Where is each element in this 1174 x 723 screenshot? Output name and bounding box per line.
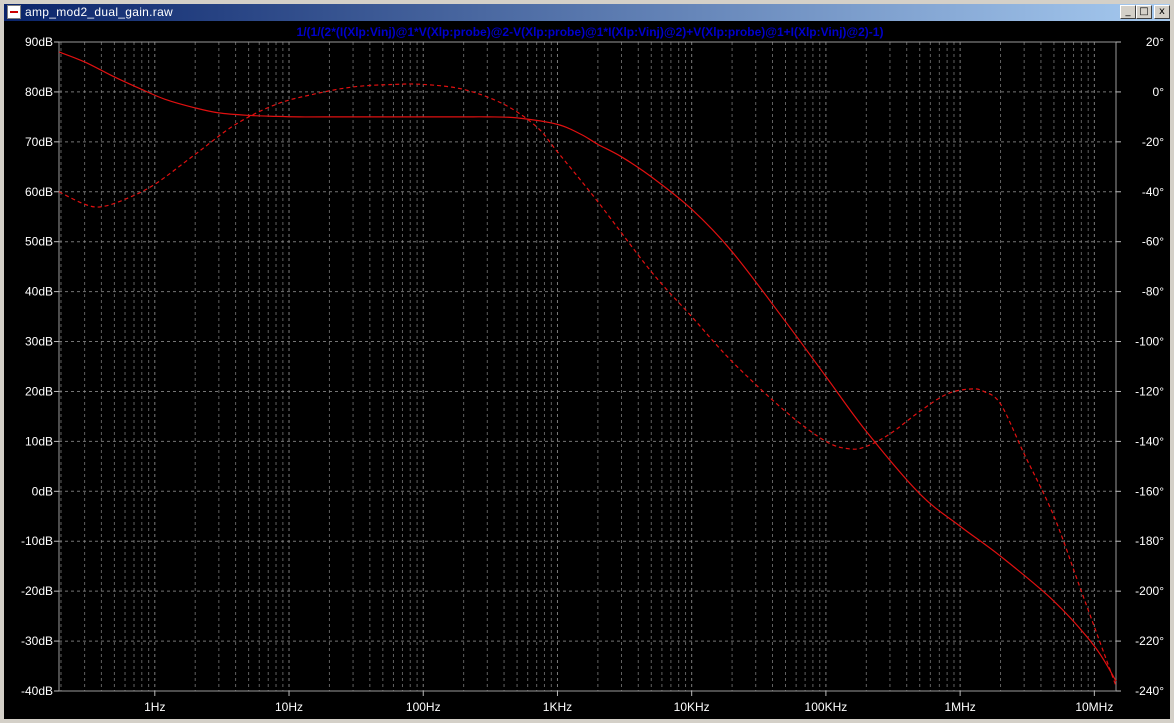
close-button[interactable]: x <box>1154 5 1170 19</box>
left-tick-label: 10dB <box>25 434 53 448</box>
x-tick-label: 1MHz <box>944 700 975 714</box>
left-tick-label: 30dB <box>25 335 53 349</box>
left-tick-label: -10dB <box>21 534 53 548</box>
left-tick-label: 40dB <box>25 285 53 299</box>
left-tick-label: 80dB <box>25 85 53 99</box>
minimize-button[interactable]: _ <box>1120 5 1136 19</box>
left-tick-label: 50dB <box>25 235 53 249</box>
bode-plot[interactable]: 90dB 80dB 70dB 60dB 50dB 40dB 30dB 20dB 10dB 0dB -… <box>4 21 1170 719</box>
waveform-window: amp_mod2_dual_gain.raw _ □ x 90dB 80dB 70d… <box>0 0 1174 723</box>
right-tick-label: -120° <box>1135 384 1164 398</box>
left-tick-label: -30dB <box>21 634 53 648</box>
right-tick-label: -220° <box>1135 634 1164 648</box>
left-tick-label: 0dB <box>32 484 53 498</box>
x-tick-label: 10Hz <box>275 700 303 714</box>
right-tick-label: -20° <box>1142 135 1164 149</box>
grid <box>59 42 1116 691</box>
axis-labels: 90dB 80dB 70dB 60dB 50dB 40dB 30dB 20dB 10dB 0dB -… <box>21 35 1164 714</box>
window-title: amp_mod2_dual_gain.raw <box>25 5 174 19</box>
left-tick-label: 90dB <box>25 35 53 49</box>
plot-border <box>58 41 1117 692</box>
maximize-button[interactable]: □ <box>1136 5 1152 19</box>
waveform-file-icon[interactable] <box>7 5 21 19</box>
right-tick-label: -80° <box>1142 285 1164 299</box>
left-tick-label: -20dB <box>21 584 53 598</box>
x-tick-label: 10KHz <box>674 700 710 714</box>
right-tick-label: -140° <box>1135 434 1164 448</box>
right-tick-label: -200° <box>1135 584 1164 598</box>
x-tick-label: 1KHz <box>543 700 572 714</box>
left-tick-label: -40dB <box>21 684 53 698</box>
x-tick-label: 100Hz <box>406 700 441 714</box>
x-tick-label: 1Hz <box>144 700 165 714</box>
right-tick-label: -60° <box>1142 235 1164 249</box>
right-tick-label: 20° <box>1146 35 1164 49</box>
right-tick-label: 0° <box>1153 85 1165 99</box>
right-tick-label: -160° <box>1135 484 1164 498</box>
right-tick-label: -240° <box>1135 684 1164 698</box>
chart-title[interactable]: 1/(1/(2*(I(Xlp:Vinj)@1*V(Xlp:probe)@2-V(… <box>297 25 884 39</box>
phase-trace <box>58 83 1117 687</box>
right-tick-label: -40° <box>1142 185 1164 199</box>
x-tick-label: 10MHz <box>1075 700 1113 714</box>
left-tick-label: 20dB <box>25 384 53 398</box>
plot-pane[interactable]: 90dB 80dB 70dB 60dB 50dB 40dB 30dB 20dB 10dB 0dB -… <box>4 21 1170 719</box>
x-tick-label: 100KHz <box>805 700 848 714</box>
window-titlebar[interactable]: amp_mod2_dual_gain.raw _ □ x <box>4 4 1170 21</box>
right-tick-label: -180° <box>1135 534 1164 548</box>
left-tick-label: 70dB <box>25 135 53 149</box>
magnitude-trace <box>58 51 1117 682</box>
right-tick-label: -100° <box>1135 335 1164 349</box>
left-tick-label: 60dB <box>25 185 53 199</box>
